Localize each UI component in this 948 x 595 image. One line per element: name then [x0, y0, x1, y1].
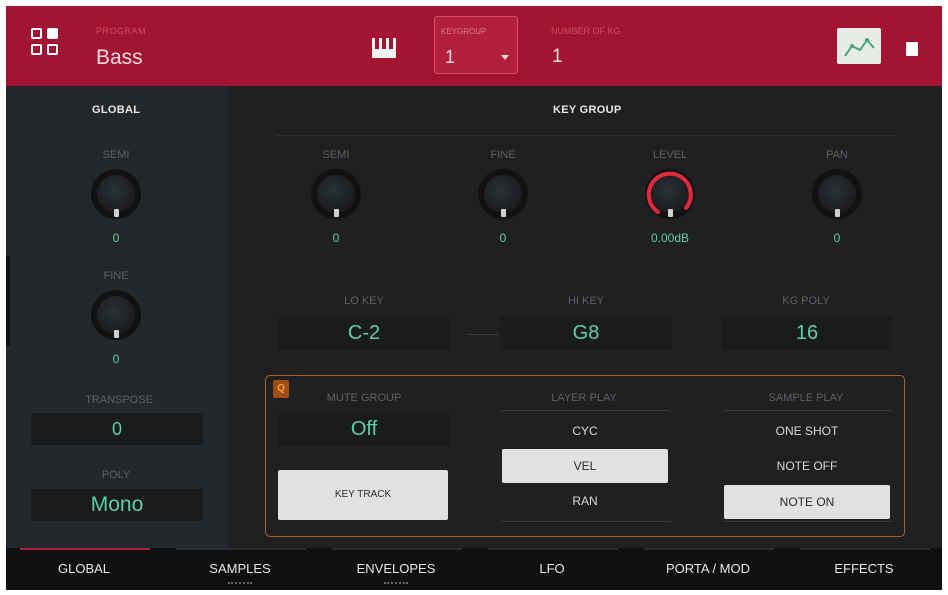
tab-label: EFFECTS	[834, 561, 894, 576]
sample-play-option-note-on[interactable]: NOTE ON	[724, 485, 890, 519]
tab-indicator	[332, 548, 462, 550]
tab-global[interactable]: GLOBAL	[6, 548, 162, 590]
kg-semi-label: SEMI	[322, 149, 350, 161]
transpose-label: TRANSPOSE	[85, 394, 153, 406]
header-bar: PROGRAM Bass KEYGROUP 1 NUMBER OF KG 1	[6, 6, 942, 86]
keyboard-icon[interactable]	[372, 38, 396, 58]
poly-label: POLY	[101, 469, 131, 481]
hi-key-label: HI KEY	[567, 295, 605, 307]
mute-group-field[interactable]: Off	[278, 412, 450, 446]
tab-label: PORTA / MOD	[665, 561, 751, 576]
num-keygroups-label: NUMBER OF KG	[551, 26, 621, 36]
hi-key-field[interactable]: G8	[500, 316, 672, 350]
grid-icon[interactable]	[31, 28, 59, 56]
transpose-field[interactable]: 0	[31, 413, 203, 445]
global-fine-value: 0	[112, 352, 120, 366]
side-handle[interactable]	[6, 256, 10, 346]
kg-semi-value: 0	[332, 231, 340, 245]
keygroup-selector[interactable]: KEYGROUP 1	[434, 16, 518, 74]
tab-indicator	[488, 548, 618, 550]
screen: PROGRAM Bass KEYGROUP 1 NUMBER OF KG 1 G…	[6, 6, 942, 590]
tab-samples[interactable]: SAMPLES	[162, 548, 318, 590]
layer-play-option-vel[interactable]: VEL	[502, 449, 668, 483]
kg-level-value: 0.00dB	[650, 231, 690, 245]
page-dots	[228, 582, 252, 584]
layer-play-label: LAYER PLAY	[551, 392, 617, 404]
num-keygroups-value[interactable]: 1	[552, 46, 563, 68]
kg-level-label: LEVEL	[652, 149, 688, 161]
page-dots	[384, 582, 408, 584]
tab-label: GLOBAL	[57, 561, 111, 576]
tab-label: ENVELOPES	[356, 561, 436, 576]
kg-fine-knob[interactable]	[478, 169, 528, 219]
tab-indicator	[644, 548, 774, 550]
sample-play-label: SAMPLE PLAY	[768, 392, 844, 404]
sample-play-option-one-shot[interactable]: ONE SHOT	[724, 424, 890, 438]
chip-icon[interactable]	[906, 42, 918, 56]
program-label: PROGRAM	[96, 26, 147, 36]
sample-play-option-note-off[interactable]: NOTE OFF	[724, 459, 890, 473]
layer-play-option-ran[interactable]: RAN	[502, 494, 668, 508]
kg-pan-value: 0	[833, 231, 841, 245]
tab-indicator	[800, 548, 930, 550]
tab-envelopes[interactable]: ENVELOPES	[318, 548, 474, 590]
key-track-button[interactable]: KEY TRACK	[278, 470, 448, 520]
global-fine-knob[interactable]	[91, 290, 141, 340]
layer-play-option-cyc[interactable]: CYC	[502, 424, 668, 438]
tab-label: LFO	[539, 561, 565, 576]
poly-field[interactable]: Mono	[31, 489, 203, 521]
kg-fine-value: 0	[499, 231, 507, 245]
range-dash	[468, 334, 498, 335]
kg-poly-field[interactable]: 16	[722, 316, 892, 350]
tab-label: SAMPLES	[209, 561, 271, 576]
q-badge: Q	[273, 380, 289, 398]
envelope-view-icon[interactable]	[837, 28, 881, 64]
mute-group-label: MUTE GROUP	[326, 392, 402, 404]
chevron-down-icon	[501, 55, 509, 60]
kg-fine-label: FINE	[490, 149, 516, 161]
program-name[interactable]: Bass	[96, 46, 143, 70]
tab-active-indicator	[20, 548, 150, 550]
section-divider	[276, 135, 896, 136]
kg-pan-label: PAN	[826, 149, 848, 161]
kg-pan-knob[interactable]	[812, 169, 862, 219]
lo-key-label: LO KEY	[344, 295, 384, 307]
global-fine-label: FINE	[103, 270, 129, 282]
lo-key-field[interactable]: C-2	[278, 316, 450, 350]
tab-lfo[interactable]: LFO	[474, 548, 630, 590]
global-semi-label: SEMI	[102, 149, 130, 161]
bottom-tab-bar: GLOBAL SAMPLES ENVELOPES LFO PORTA / MOD…	[6, 548, 942, 590]
global-semi-value: 0	[112, 231, 120, 245]
global-section-title: GLOBAL	[92, 104, 141, 116]
kg-level-knob[interactable]	[645, 169, 695, 219]
keygroup-section-title: KEY GROUP	[553, 104, 622, 116]
tab-indicator	[176, 548, 306, 550]
tab-porta-mod[interactable]: PORTA / MOD	[630, 548, 786, 590]
keygroup-label: KEYGROUP	[441, 27, 487, 36]
kg-semi-knob[interactable]	[311, 169, 361, 219]
keygroup-value: 1	[445, 47, 456, 67]
kg-poly-label: KG POLY	[782, 295, 830, 307]
tab-effects[interactable]: EFFECTS	[786, 548, 942, 590]
global-semi-knob[interactable]	[91, 169, 141, 219]
